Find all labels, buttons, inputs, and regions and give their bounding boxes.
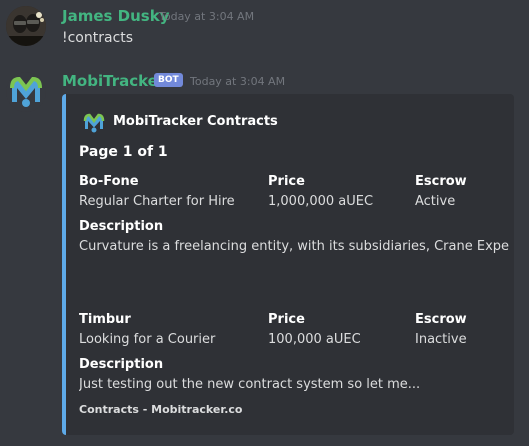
price-value: 100,000 aUEC <box>268 332 361 347</box>
description-header: Description <box>79 219 164 234</box>
description-header: Description <box>79 357 164 372</box>
contract-name-header: Timbur <box>79 312 131 327</box>
embed-footer: Contracts - Mobitracker.co <box>79 403 243 416</box>
contract-name-header: Bo-Fone <box>79 174 139 189</box>
escrow-header: Escrow <box>415 312 467 327</box>
escrow-value: Inactive <box>415 332 467 347</box>
message-content: !contracts <box>62 30 134 46</box>
embed-author-name: MobiTracker Contracts <box>113 114 278 129</box>
mobitracker-logo-icon <box>83 113 105 133</box>
embed-accent-bar <box>62 94 66 435</box>
description-value: Just testing out the new contract system… <box>79 377 421 392</box>
embed-title: Page 1 of 1 <box>79 144 168 160</box>
user-avatar[interactable] <box>6 6 46 46</box>
contracts-embed: MobiTracker Contracts Page 1 of 1 Bo-Fon… <box>62 94 514 435</box>
description-value: Curvature is a freelancing entity, with … <box>79 239 509 254</box>
bot-badge: BOT <box>154 73 183 87</box>
price-value: 1,000,000 aUEC <box>268 194 374 209</box>
timestamp: Today at 3:04 AM <box>190 75 286 88</box>
contract-name-value: Regular Charter for Hire <box>79 194 235 209</box>
username[interactable]: James Dusky <box>62 7 169 25</box>
username[interactable]: MobiTracker <box>62 72 165 90</box>
price-header: Price <box>268 312 305 327</box>
escrow-header: Escrow <box>415 174 467 189</box>
contract-name-value: Looking for a Courier <box>79 332 216 347</box>
escrow-value: Active <box>415 194 456 209</box>
timestamp: Today at 3:04 AM <box>159 10 255 23</box>
bot-avatar[interactable] <box>6 72 46 112</box>
price-header: Price <box>268 174 305 189</box>
